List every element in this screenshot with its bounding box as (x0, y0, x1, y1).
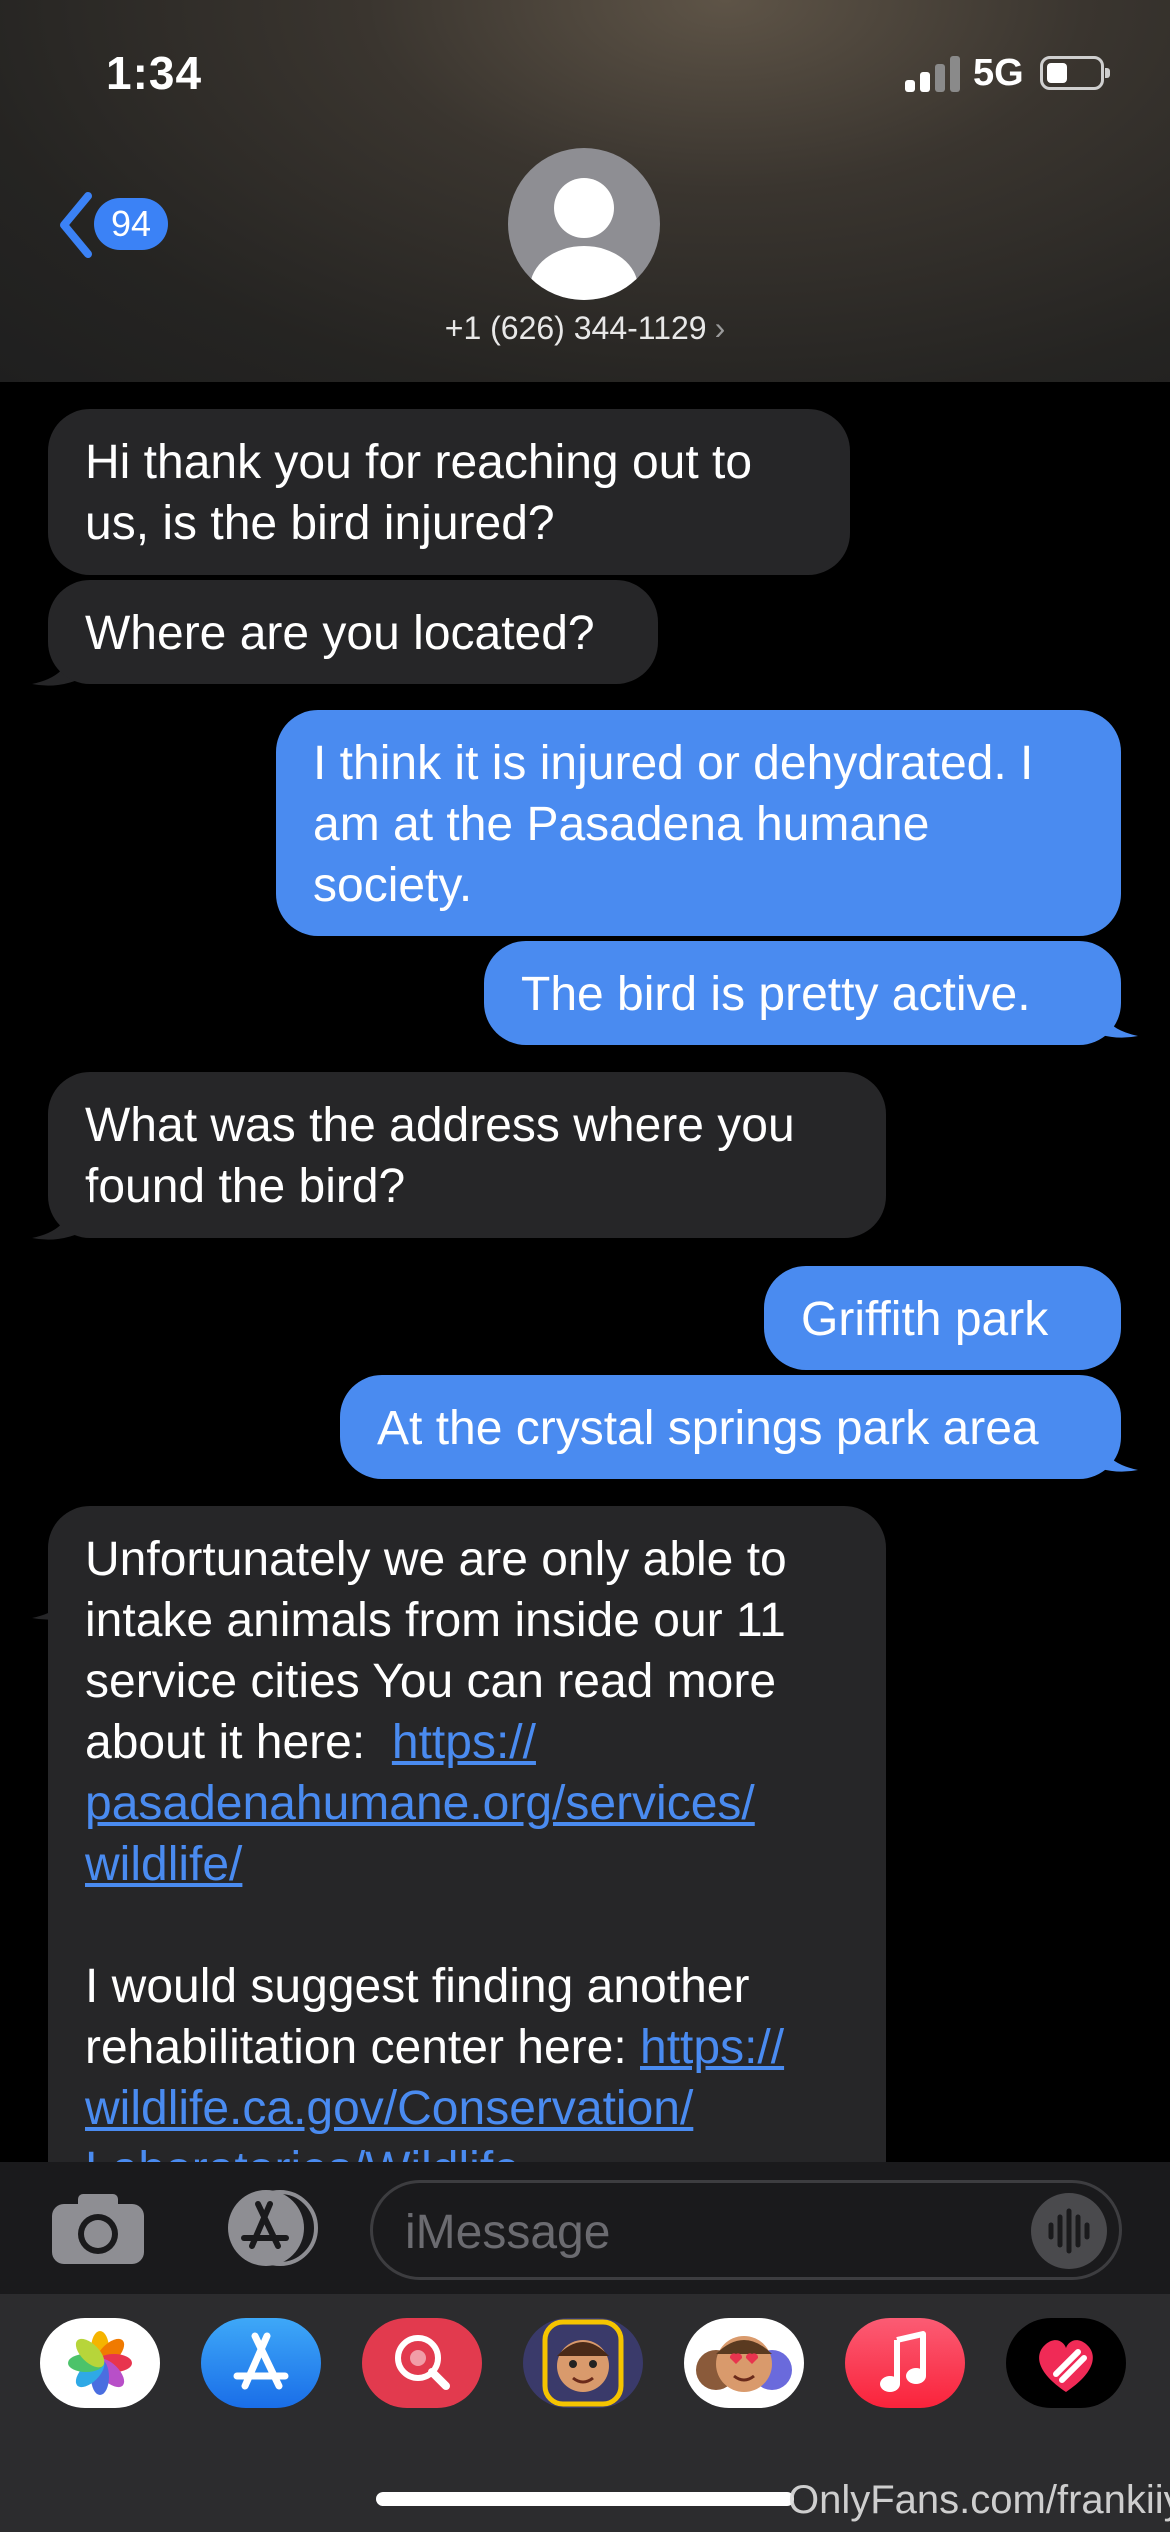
animoji-app[interactable] (684, 2318, 804, 2408)
incoming-message[interactable]: Unfortunately we are only able to intake… (48, 1506, 886, 2162)
incoming-message[interactable]: What was the address where you found the… (48, 1072, 886, 1238)
images-search-icon (395, 2335, 450, 2390)
incoming-message[interactable]: Where are you located? (48, 580, 658, 684)
music-icon (880, 2331, 926, 2392)
cellular-signal-icon (905, 56, 961, 92)
animoji-icon (696, 2336, 792, 2392)
memoji-icon (542, 2319, 624, 2407)
photos-icon (68, 2331, 132, 2395)
photos-app[interactable] (40, 2318, 160, 2408)
camera-button[interactable] (48, 2188, 148, 2268)
person-icon (530, 178, 638, 300)
home-indicator[interactable] (376, 2492, 794, 2506)
incoming-message[interactable]: Hi thank you for reaching out to us, is … (48, 409, 850, 575)
chevron-right-icon: › (714, 310, 726, 346)
heart-stickers-app[interactable] (1006, 2318, 1126, 2408)
watermark: OnlyFans.com/frankiiy_ (788, 2478, 1170, 2522)
app-store-app[interactable] (201, 2318, 321, 2408)
images-search-app[interactable] (362, 2318, 482, 2408)
bubble-tail (32, 1182, 90, 1240)
outgoing-message[interactable]: The bird is pretty active. (484, 941, 1121, 1045)
waveform-icon (1048, 2208, 1090, 2254)
app-store-icon (233, 2332, 289, 2390)
input-bar (0, 2162, 1170, 2294)
message-field[interactable] (370, 2180, 1122, 2280)
chevron-left-icon (60, 192, 92, 258)
status-time: 1:34 (106, 47, 203, 99)
conversation-header: 1:34 5G 94 +1 (626) 344-1129 › (0, 0, 1170, 382)
contact-avatar[interactable] (508, 148, 660, 300)
contact-name-button[interactable]: +1 (626) 344-1129 › (0, 310, 1170, 347)
apps-button[interactable] (208, 2188, 318, 2268)
unread-count-badge: 94 (94, 198, 168, 250)
memoji-app[interactable] (523, 2318, 643, 2408)
outgoing-message[interactable]: At the crystal springs park area (340, 1375, 1121, 1479)
back-button[interactable]: 94 (46, 186, 176, 266)
music-app[interactable] (845, 2318, 965, 2408)
app-store-icon (228, 2190, 318, 2266)
outgoing-message[interactable]: Griffith park (764, 1266, 1121, 1370)
network-type: 5G (973, 52, 1024, 94)
audio-message-button[interactable] (1031, 2193, 1107, 2269)
heart-stickers-icon (1039, 2340, 1093, 2392)
message-input[interactable] (403, 2201, 1007, 2263)
camera-icon (52, 2194, 144, 2264)
contact-name: +1 (626) 344-1129 (444, 310, 707, 346)
outgoing-message[interactable]: I think it is injured or dehydrated. I a… (276, 710, 1121, 936)
message-thread[interactable]: Hi thank you for reaching out to us, is … (0, 382, 1170, 2162)
battery-icon (1040, 56, 1110, 90)
